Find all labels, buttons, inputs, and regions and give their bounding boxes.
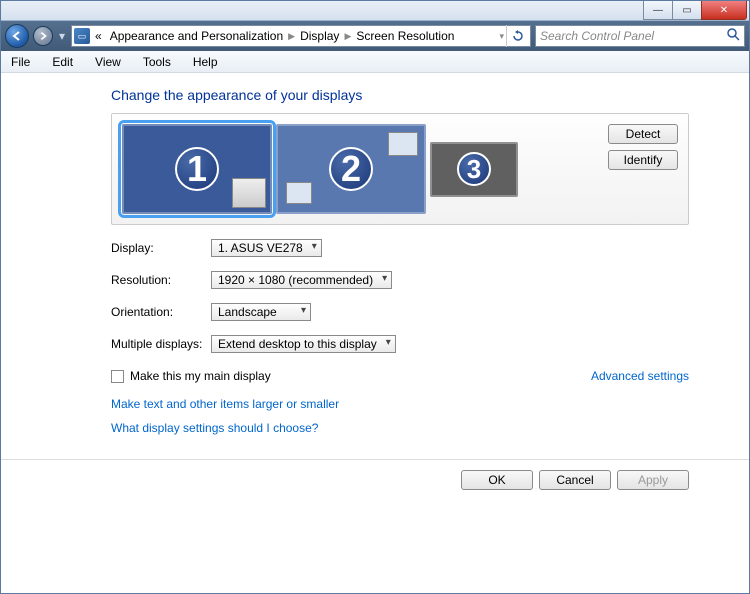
monitor-1[interactable]: 1 xyxy=(122,124,272,214)
orientation-label: Orientation: xyxy=(111,305,211,319)
display-arrangement-panel: 1 2 3 Detect Identify xyxy=(111,113,689,225)
apply-button[interactable]: Apply xyxy=(617,470,689,490)
monitor-number-badge: 1 xyxy=(175,147,219,191)
monitor-side-buttons: Detect Identify xyxy=(608,124,678,170)
multiple-displays-label: Multiple displays: xyxy=(111,337,211,351)
monitor-2[interactable]: 2 xyxy=(276,124,426,214)
display-row: Display: 1. ASUS VE278 xyxy=(111,239,689,257)
resolution-label: Resolution: xyxy=(111,273,211,287)
multiple-displays-select[interactable]: Extend desktop to this display xyxy=(211,335,396,353)
identify-button[interactable]: Identify xyxy=(608,150,678,170)
display-value: 1. ASUS VE278 xyxy=(218,241,303,255)
title-bar: — ▭ ✕ xyxy=(1,1,749,21)
menu-view[interactable]: View xyxy=(91,53,125,71)
search-icon xyxy=(727,28,740,44)
chevron-right-icon: ▶ xyxy=(288,31,295,42)
window-thumbnail-icon xyxy=(232,178,266,208)
maximize-button[interactable]: ▭ xyxy=(672,1,702,20)
refresh-icon xyxy=(512,30,524,42)
page-title: Change the appearance of your displays xyxy=(111,87,689,103)
breadcrumb-screen-resolution[interactable]: Screen Resolution xyxy=(353,29,457,43)
back-button[interactable] xyxy=(5,24,29,48)
search-placeholder: Search Control Panel xyxy=(540,29,654,43)
window-thumbnail-icon xyxy=(286,182,312,204)
orientation-select[interactable]: Landscape xyxy=(211,303,311,321)
breadcrumb-appearance[interactable]: Appearance and Personalization xyxy=(107,29,286,43)
ok-button[interactable]: OK xyxy=(461,470,533,490)
main-display-label: Make this my main display xyxy=(130,369,271,383)
multiple-displays-value: Extend desktop to this display xyxy=(218,337,377,351)
resolution-select[interactable]: 1920 × 1080 (recommended) xyxy=(211,271,392,289)
menu-bar: File Edit View Tools Help xyxy=(1,51,749,73)
orientation-row: Orientation: Landscape xyxy=(111,303,689,321)
detect-button[interactable]: Detect xyxy=(608,124,678,144)
orientation-value: Landscape xyxy=(218,305,277,319)
chevron-down-icon[interactable]: ▾ xyxy=(499,31,504,42)
monitor-number-badge: 2 xyxy=(329,147,373,191)
advanced-settings-link[interactable]: Advanced settings xyxy=(591,369,689,383)
monitor-layout[interactable]: 1 2 3 xyxy=(122,124,598,214)
resolution-row: Resolution: 1920 × 1080 (recommended) xyxy=(111,271,689,289)
which-settings-link[interactable]: What display settings should I choose? xyxy=(111,421,689,435)
monitor-number-badge: 3 xyxy=(457,152,491,186)
main-display-checkbox[interactable] xyxy=(111,370,124,383)
chevron-right-icon: ▶ xyxy=(344,31,351,42)
close-button[interactable]: ✕ xyxy=(701,1,747,20)
window-thumbnail-icon xyxy=(388,132,418,156)
multiple-displays-row: Multiple displays: Extend desktop to thi… xyxy=(111,335,689,353)
content-area: Change the appearance of your displays 1… xyxy=(1,73,749,500)
monitor-icon: ▭ xyxy=(74,28,90,44)
forward-button[interactable] xyxy=(33,26,53,46)
minimize-button[interactable]: — xyxy=(643,1,673,20)
display-select[interactable]: 1. ASUS VE278 xyxy=(211,239,322,257)
main-display-row: Make this my main display Advanced setti… xyxy=(111,369,689,383)
arrow-left-icon xyxy=(11,30,23,42)
cancel-button[interactable]: Cancel xyxy=(539,470,611,490)
history-dropdown[interactable]: ▾ xyxy=(57,24,67,48)
arrow-right-icon xyxy=(38,31,48,41)
refresh-button[interactable] xyxy=(506,25,528,47)
dialog-buttons: OK Cancel Apply xyxy=(111,460,749,490)
address-bar[interactable]: ▭ « Appearance and Personalization ▶ Dis… xyxy=(71,25,531,47)
breadcrumb-display[interactable]: Display xyxy=(297,29,342,43)
menu-edit[interactable]: Edit xyxy=(48,53,77,71)
monitor-3[interactable]: 3 xyxy=(430,142,518,197)
menu-file[interactable]: File xyxy=(7,53,34,71)
menu-help[interactable]: Help xyxy=(189,53,222,71)
breadcrumb-prefix: « xyxy=(92,29,105,43)
display-label: Display: xyxy=(111,241,211,255)
make-text-larger-link[interactable]: Make text and other items larger or smal… xyxy=(111,397,689,411)
resolution-value: 1920 × 1080 (recommended) xyxy=(218,273,373,287)
menu-tools[interactable]: Tools xyxy=(139,53,175,71)
nav-bar: ▾ ▭ « Appearance and Personalization ▶ D… xyxy=(1,21,749,51)
search-input[interactable]: Search Control Panel xyxy=(535,25,745,47)
